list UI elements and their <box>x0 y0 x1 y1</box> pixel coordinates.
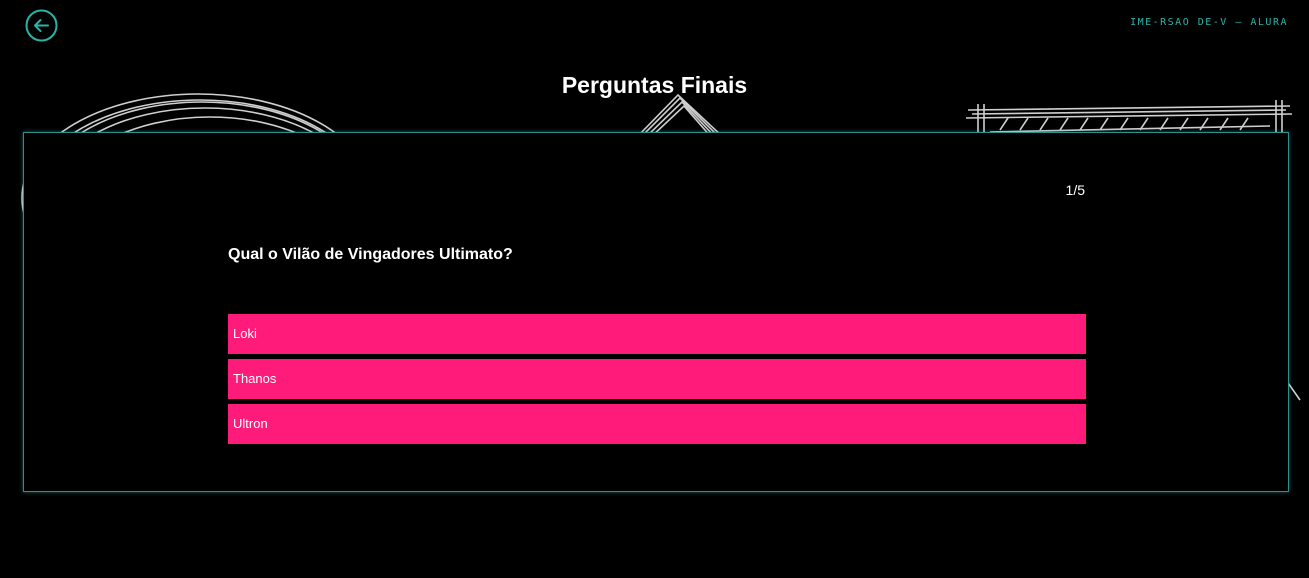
answer-option-loki[interactable]: Loki <box>228 314 1086 354</box>
question-counter: 1/5 <box>1065 182 1085 198</box>
answer-option-ultron[interactable]: Ultron <box>228 404 1086 444</box>
page-title: Perguntas Finais <box>561 72 748 98</box>
brand-logo-text: IME-RSAO DE-V — ALURA <box>1130 17 1288 28</box>
back-button[interactable] <box>25 9 58 42</box>
quiz-page: IME-RSAO DE-V — ALURA Perguntas Finais 1… <box>0 0 1309 578</box>
arrow-left-circle-icon <box>25 9 58 42</box>
question-text: Qual o Vilão de Vingadores Ultimato? <box>228 246 513 263</box>
quiz-card: 1/5 Qual o Vilão de Vingadores Ultimato?… <box>23 132 1289 492</box>
answer-option-thanos[interactable]: Thanos <box>228 359 1086 399</box>
answer-options: Loki Thanos Ultron <box>228 314 1086 449</box>
